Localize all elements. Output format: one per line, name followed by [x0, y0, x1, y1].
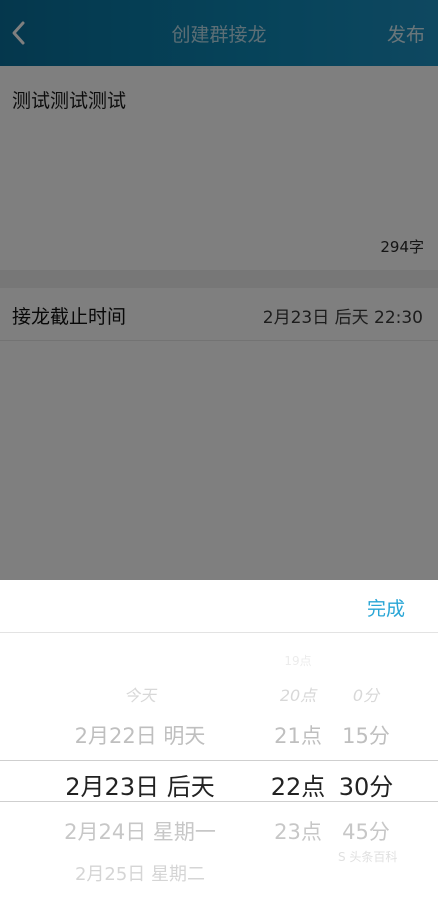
minute-option[interactable]: 45分: [332, 816, 400, 846]
minute-option[interactable]: 0分: [332, 682, 400, 706]
minute-option-selected[interactable]: 30分: [332, 767, 400, 802]
picker-toolbar: 完成: [0, 580, 438, 633]
date-option[interactable]: 2月25日 星期二: [40, 860, 240, 886]
hour-option[interactable]: 20点: [258, 682, 338, 706]
done-button[interactable]: 完成: [367, 594, 405, 621]
hour-option[interactable]: 21点: [258, 720, 338, 750]
date-option-selected[interactable]: 2月23日 后天: [40, 767, 240, 802]
date-option[interactable]: 今天: [40, 682, 240, 706]
watermark: S 头条百科: [338, 850, 398, 864]
date-option[interactable]: 2月24日 星期一: [40, 816, 240, 846]
screen: 测试测试测试 294字 接龙截止时间 2月23日 后天 22:30 创建群接龙 …: [0, 0, 438, 906]
selection-line-top: [0, 760, 438, 761]
hour-option[interactable]: 23点: [258, 816, 338, 846]
date-option[interactable]: 2月22日 明天: [40, 720, 240, 750]
hour-option[interactable]: 19点: [258, 652, 338, 669]
hour-option-selected[interactable]: 22点: [258, 767, 338, 802]
datetime-picker-sheet: 完成 今天 2月22日 明天 2月23日 后天 2月24日 星期一 2月25日 …: [0, 580, 438, 906]
minute-option[interactable]: 15分: [332, 720, 400, 750]
